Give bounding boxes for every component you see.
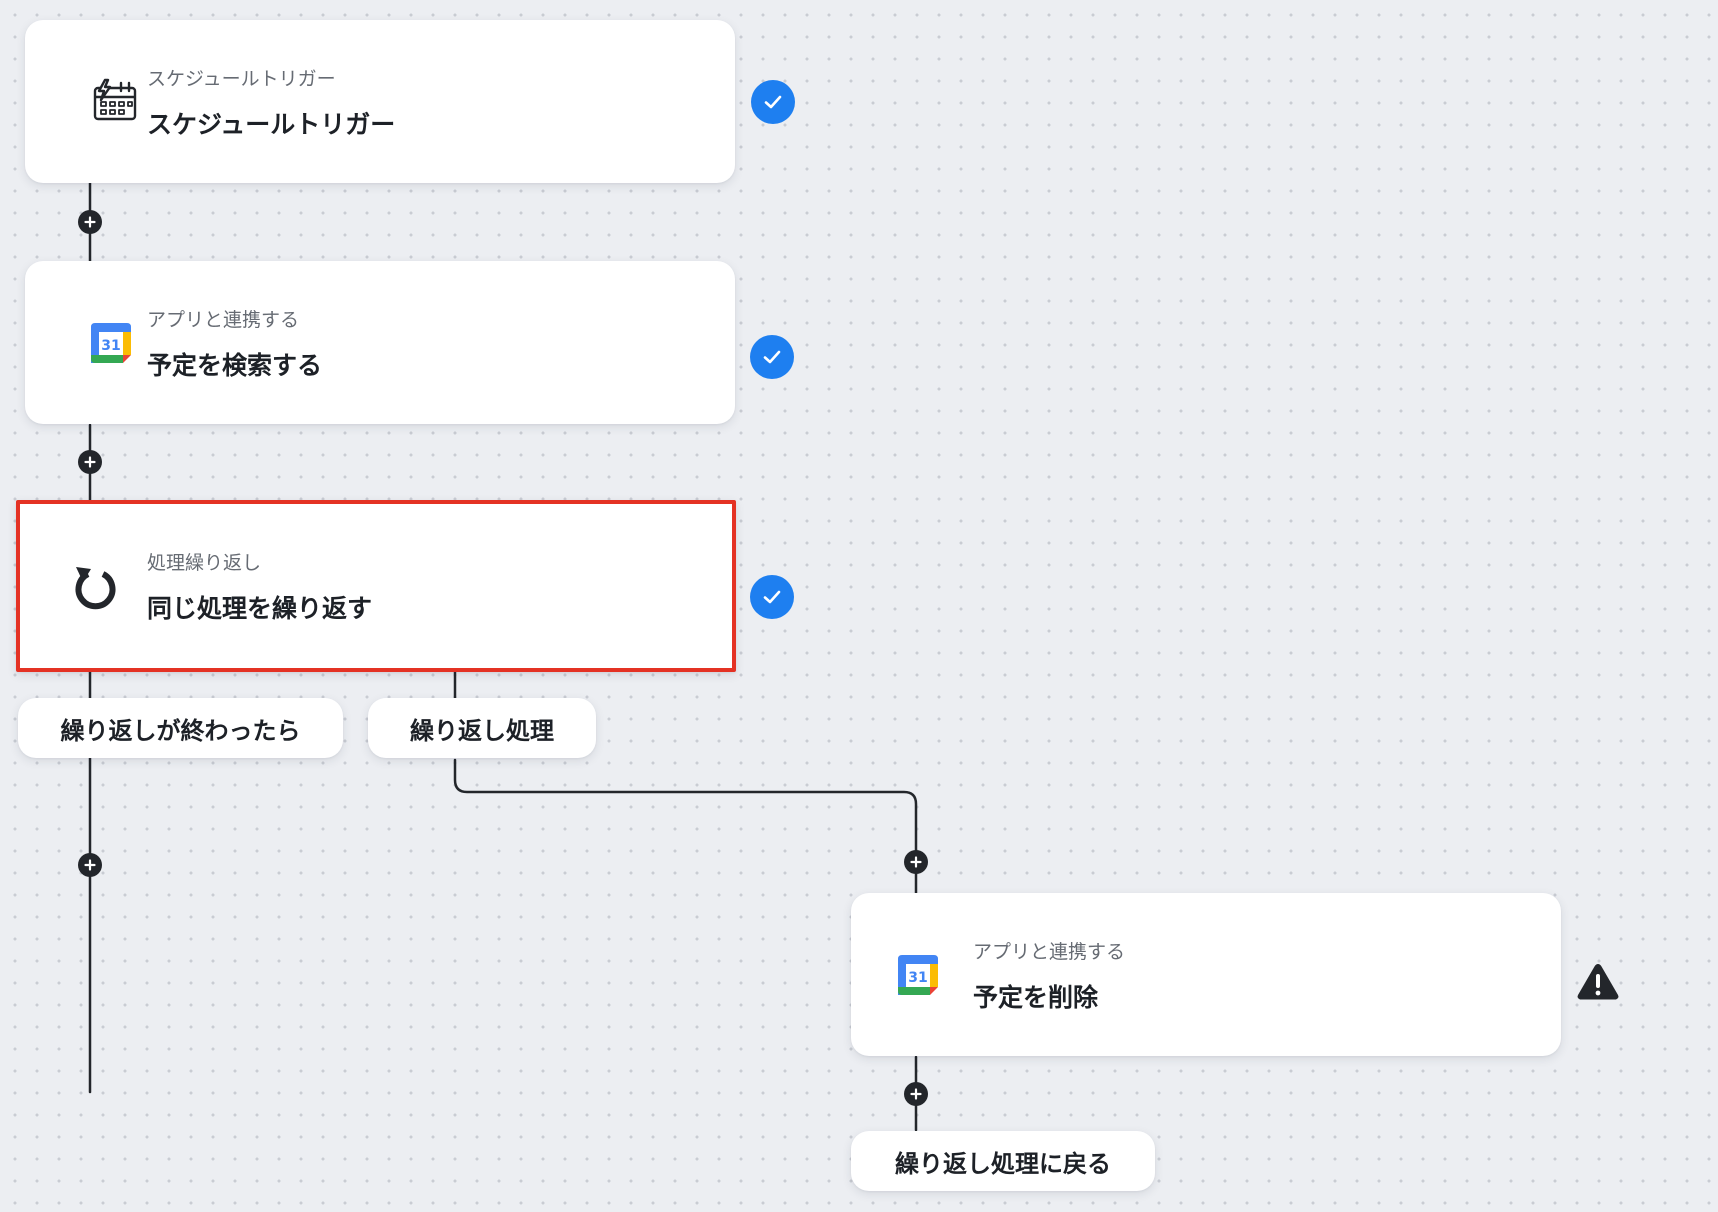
step-complete-check-icon bbox=[750, 575, 794, 619]
step-title: 同じ処理を繰り返す bbox=[147, 594, 373, 623]
add-step-button[interactable] bbox=[78, 853, 102, 877]
loop-icon bbox=[68, 560, 120, 612]
workflow-canvas[interactable]: スケジュールトリガー スケジュールトリガー 31 アプリと連携する 予定を検索す… bbox=[0, 0, 1718, 1212]
step-title: スケジュールトリガー bbox=[147, 110, 396, 139]
plus-icon bbox=[910, 856, 922, 868]
step-complete-check-icon bbox=[750, 335, 794, 379]
step-category: アプリと連携する bbox=[147, 309, 300, 331]
step-complete-check-icon bbox=[751, 80, 795, 124]
calendar-date-label: 31 bbox=[101, 338, 120, 354]
plus-icon bbox=[84, 456, 96, 468]
add-step-button[interactable] bbox=[78, 450, 102, 474]
add-step-button[interactable] bbox=[78, 210, 102, 234]
step-card-schedule-trigger[interactable]: スケジュールトリガー スケジュールトリガー bbox=[25, 20, 735, 183]
connector-line bbox=[453, 758, 918, 895]
branch-loop-body-button[interactable]: 繰り返し処理 bbox=[368, 698, 596, 758]
add-step-button[interactable] bbox=[904, 1082, 928, 1106]
step-category: アプリと連携する bbox=[973, 941, 1126, 963]
plus-icon bbox=[910, 1088, 922, 1100]
plus-icon bbox=[84, 216, 96, 228]
step-card-delete-event[interactable]: 31 アプリと連携する 予定を削除 bbox=[851, 893, 1561, 1056]
step-card-loop[interactable]: 処理繰り返し 同じ処理を繰り返す bbox=[16, 500, 736, 672]
google-calendar-icon: 31 bbox=[892, 949, 944, 1001]
step-category: スケジュールトリガー bbox=[147, 68, 336, 90]
schedule-calendar-icon bbox=[89, 75, 141, 127]
add-step-button[interactable] bbox=[904, 850, 928, 874]
return-to-loop-button[interactable]: 繰り返し処理に戻る bbox=[851, 1131, 1155, 1191]
warning-icon bbox=[1575, 961, 1621, 1003]
step-category: 処理繰り返し bbox=[147, 552, 262, 574]
step-card-search-events[interactable]: 31 アプリと連携する 予定を検索する bbox=[25, 261, 735, 424]
step-title: 予定を削除 bbox=[973, 983, 1099, 1012]
google-calendar-icon: 31 bbox=[85, 317, 137, 369]
calendar-date-label: 31 bbox=[908, 970, 927, 986]
plus-icon bbox=[84, 859, 96, 871]
branch-after-loop-button[interactable]: 繰り返しが終わったら bbox=[18, 698, 343, 758]
step-title: 予定を検索する bbox=[147, 351, 323, 380]
